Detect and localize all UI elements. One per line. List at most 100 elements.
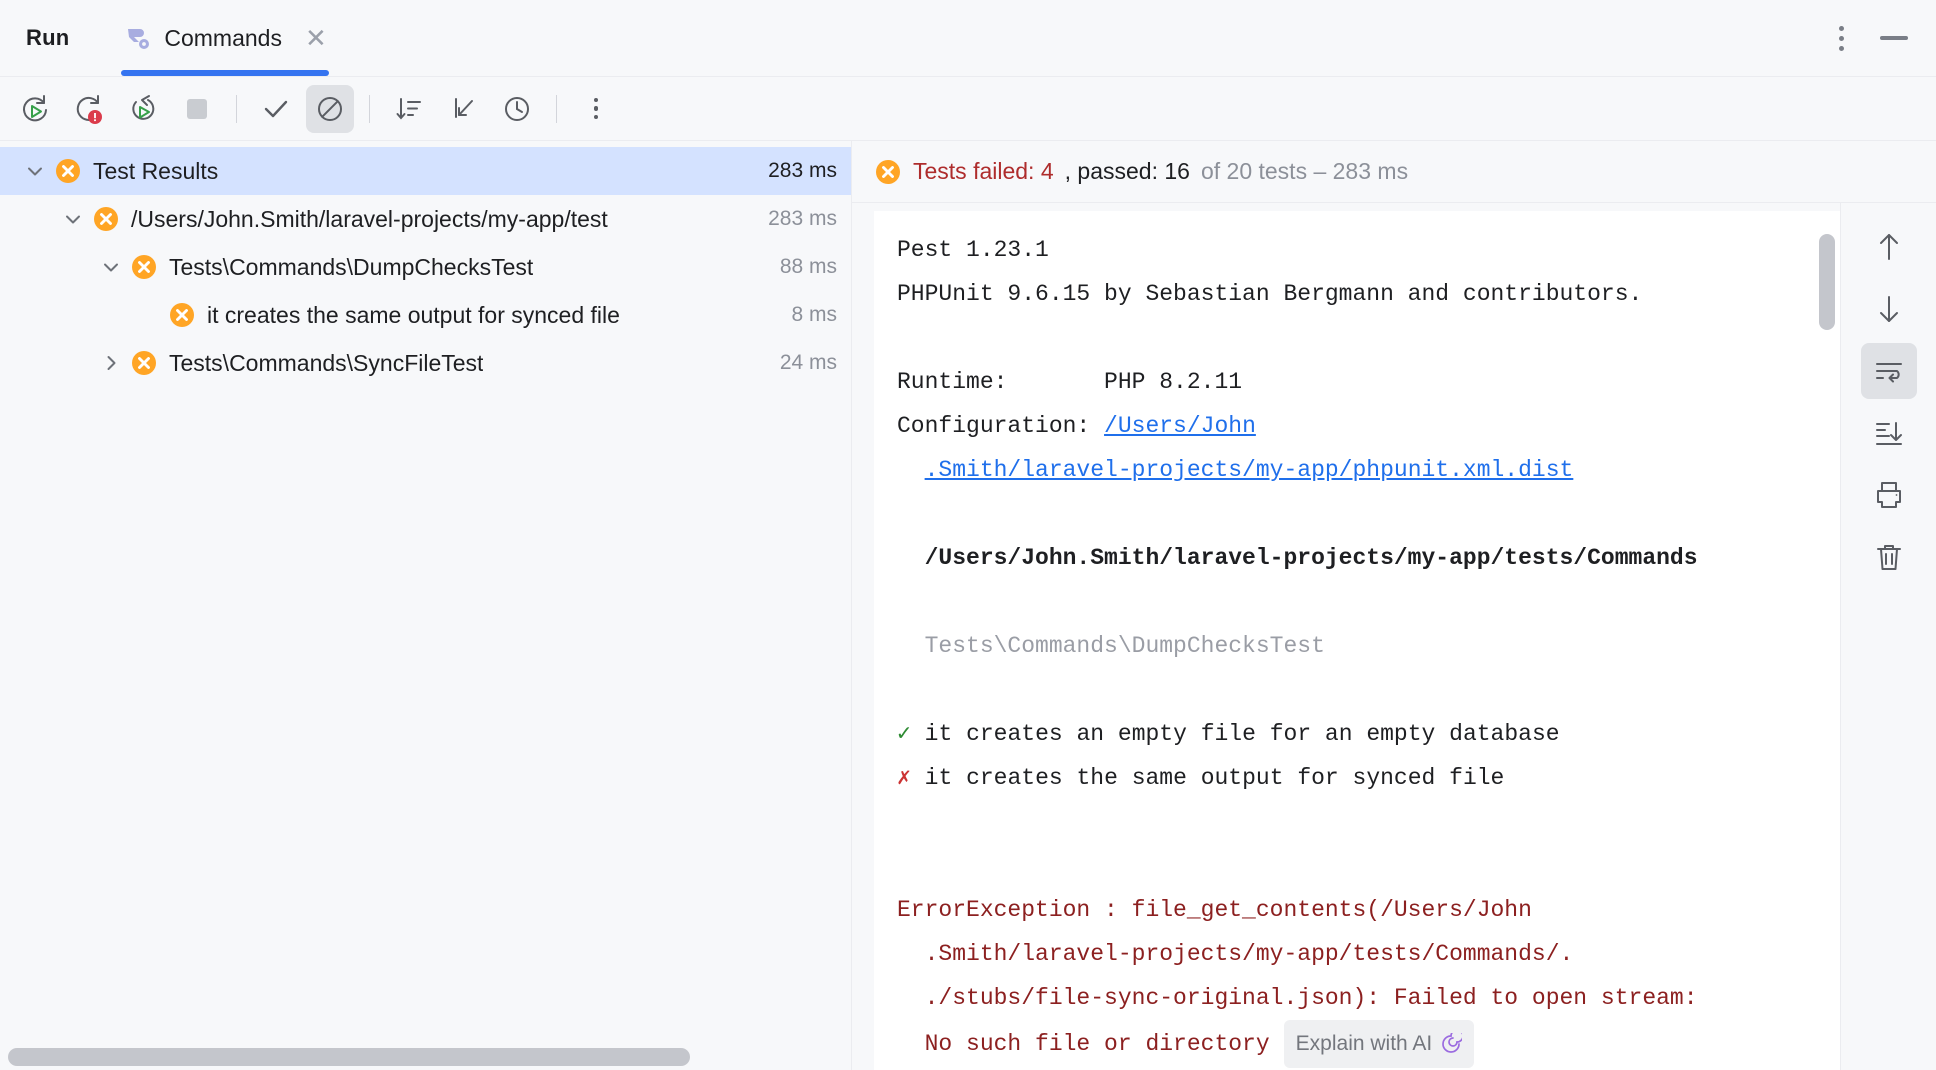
- printer-icon: [1873, 479, 1905, 511]
- console-line-text: PHPUnit 9.6.15 by Sebastian Bergmann and…: [897, 281, 1642, 307]
- console-line-text: .Smith/laravel-projects/my-app/tests/Com…: [897, 941, 1573, 967]
- console-side-toolbar: [1840, 203, 1936, 1070]
- test-duration: 283 ms: [756, 207, 837, 231]
- tests-failed-count: Tests failed: 4: [913, 158, 1054, 185]
- tab-active-indicator: [121, 70, 328, 76]
- hide-ignored-button[interactable]: [306, 85, 354, 133]
- console-line: ./stubs/file-sync-original.json): Failed…: [897, 976, 1839, 1020]
- print-button[interactable]: [1861, 467, 1917, 523]
- tab-commands[interactable]: Commands ✕: [103, 0, 346, 76]
- soft-wrap-button[interactable]: [1861, 343, 1917, 399]
- test-tree-row[interactable]: it creates the same output for synced fi…: [0, 291, 851, 339]
- chevron-down-icon[interactable]: [98, 254, 124, 280]
- tab-label: Commands: [164, 25, 282, 52]
- console-line: PHPUnit 9.6.15 by Sebastian Bergmann and…: [897, 272, 1839, 316]
- test-tree-row[interactable]: Test Results 283 ms: [0, 147, 851, 195]
- soft-wrap-icon: [1873, 356, 1905, 386]
- console-line: Configuration: /Users/John: [897, 404, 1839, 448]
- console-line-text: No such file or directory: [897, 1031, 1270, 1057]
- minimize-icon[interactable]: [1880, 36, 1908, 40]
- console-line-text: it creates the same output for synced fi…: [925, 765, 1505, 791]
- tests-passed-count: , passed: 16: [1065, 158, 1190, 185]
- trash-icon: [1873, 541, 1905, 573]
- console-output-area: Pest 1.23.1 PHPUnit 9.6.15 by Sebastian B…: [852, 203, 1936, 1070]
- failed-icon: [874, 158, 902, 186]
- test-failed-icon: [130, 253, 158, 281]
- sort-descending-icon: [394, 94, 424, 124]
- sort-by-duration-button[interactable]: [385, 85, 433, 133]
- console-line-text: it creates an empty file for an empty da…: [925, 721, 1560, 747]
- more-options-icon: [594, 98, 599, 120]
- test-duration: 88 ms: [768, 255, 837, 279]
- console-line: [897, 580, 1839, 624]
- console-line: /Users/John.Smith/laravel-projects/my-ap…: [897, 536, 1839, 580]
- console-line-text: ./stubs/file-sync-original.json): Failed…: [897, 985, 1698, 1011]
- toolbar-separator: [236, 95, 237, 123]
- show-passed-button[interactable]: [252, 85, 300, 133]
- test-duration: 24 ms: [768, 351, 837, 375]
- test-pass-marker-icon: ✓: [897, 721, 925, 747]
- explain-with-ai-button[interactable]: Explain with AI: [1284, 1020, 1475, 1068]
- stop-button[interactable]: [173, 85, 221, 133]
- test-tree-row-label: Tests\Commands\SyncFileTest: [169, 350, 483, 377]
- console-line: [897, 492, 1839, 536]
- test-tree-row-label: Tests\Commands\DumpChecksTest: [169, 254, 533, 281]
- console-panel: Tests failed: 4, passed: 16 of 20 tests …: [852, 140, 1936, 1070]
- tree-horizontal-scrollbar[interactable]: [0, 1048, 851, 1066]
- tool-window-header: Run Commands ✕: [0, 0, 1936, 76]
- console-file-link[interactable]: /Users/John: [1104, 413, 1256, 439]
- console-line: No such file or directoryExplain with AI: [897, 1020, 1839, 1064]
- test-tree-row[interactable]: /Users/John.Smith/laravel-projects/my-ap…: [0, 195, 851, 243]
- stop-icon: [182, 94, 212, 124]
- clear-all-button[interactable]: [1861, 529, 1917, 585]
- scroll-to-end-icon: [1873, 417, 1905, 449]
- test-duration: 283 ms: [756, 159, 837, 183]
- test-tree-row[interactable]: Tests\Commands\SyncFileTest 24 ms: [0, 339, 851, 387]
- test-tree: Test Results 283 ms /Users/John.Smith/lar…: [0, 141, 851, 387]
- collapse-arrow-icon: [448, 94, 478, 124]
- expand-collapse-button[interactable]: [439, 85, 487, 133]
- chevron-right-icon[interactable]: [98, 350, 124, 376]
- circle-slash-icon: [315, 94, 345, 124]
- console-line-text: Pest 1.23.1: [897, 237, 1049, 263]
- test-tree-panel: Test Results 283 ms /Users/John.Smith/lar…: [0, 140, 851, 1070]
- previous-occurrence-button[interactable]: [1861, 219, 1917, 275]
- toolbar-separator: [556, 95, 557, 123]
- test-tree-row-label: it creates the same output for synced fi…: [207, 302, 620, 329]
- toolbar-separator: [369, 95, 370, 123]
- rerun-icon: [19, 93, 51, 125]
- chevron-down-icon[interactable]: [22, 158, 48, 184]
- rerun-failed-tests-button[interactable]: [65, 85, 113, 133]
- test-summary-bar: Tests failed: 4, passed: 16 of 20 tests …: [852, 141, 1936, 203]
- chevron-down-icon[interactable]: [60, 206, 86, 232]
- auto-rerun-icon: [127, 93, 159, 125]
- rerun-failed-icon: [73, 93, 105, 125]
- close-icon[interactable]: ✕: [305, 25, 327, 51]
- console-line: .Smith/laravel-projects/my-app/phpunit.x…: [897, 448, 1839, 492]
- test-failed-icon: [92, 205, 120, 233]
- more-options-button[interactable]: [572, 85, 620, 133]
- console-line: [897, 800, 1839, 844]
- console-line: Pest 1.23.1: [897, 228, 1839, 272]
- console-line: .Smith/laravel-projects/my-app/tests/Com…: [897, 932, 1839, 976]
- next-occurrence-button[interactable]: [1861, 281, 1917, 337]
- console-line-text: /Users/John.Smith/laravel-projects/my-ap…: [897, 545, 1698, 571]
- console-file-link[interactable]: .Smith/laravel-projects/my-app/phpunit.x…: [925, 457, 1574, 483]
- run-toolbar: [0, 76, 1936, 140]
- checkmark-icon: [261, 94, 291, 124]
- rerun-tests-button[interactable]: [11, 85, 59, 133]
- test-tree-row[interactable]: Tests\Commands\DumpChecksTest 88 ms: [0, 243, 851, 291]
- console-line: [897, 316, 1839, 360]
- toggle-auto-test-button[interactable]: [119, 85, 167, 133]
- more-options-icon[interactable]: [1831, 18, 1852, 59]
- console-line: ✓ it creates an empty file for an empty …: [897, 712, 1839, 756]
- console-vertical-scrollbar[interactable]: [1819, 234, 1835, 330]
- console-line-text: ErrorException : file_get_contents(/User…: [897, 897, 1532, 923]
- console-line-text: Runtime: PHP 8.2.11: [897, 369, 1242, 395]
- console-output[interactable]: Pest 1.23.1 PHPUnit 9.6.15 by Sebastian B…: [874, 211, 1840, 1070]
- console-line: [897, 668, 1839, 712]
- test-tree-row-label: Test Results: [93, 158, 218, 185]
- test-history-button[interactable]: [493, 85, 541, 133]
- scroll-to-end-button[interactable]: [1861, 405, 1917, 461]
- run-configuration-icon: [125, 25, 151, 51]
